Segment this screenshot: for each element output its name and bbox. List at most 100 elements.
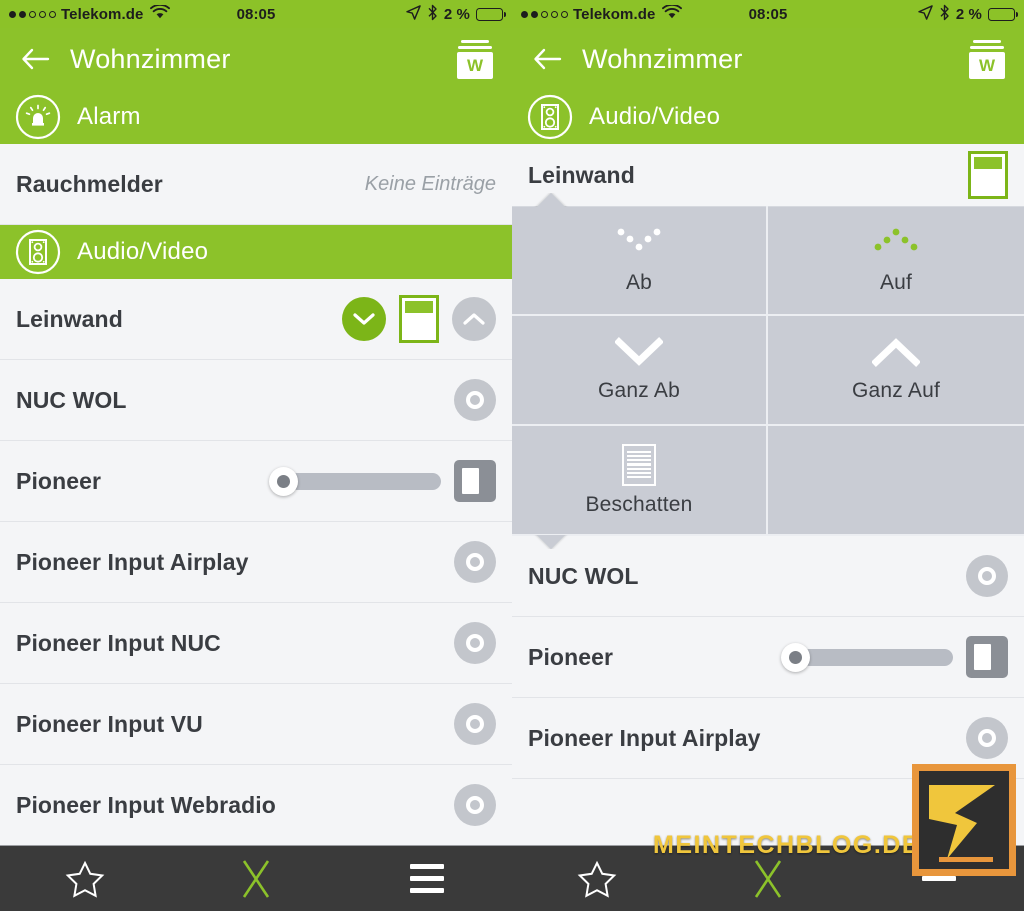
status-bar-left-group: Telekom.de <box>9 3 171 24</box>
bluetooth-icon <box>939 4 950 25</box>
list-row-pioneer-input-vu[interactable]: Pioneer Input VU <box>0 684 512 765</box>
chevron-down-icon <box>614 337 664 372</box>
battery-empty-icon <box>476 7 507 21</box>
row-controls <box>454 703 496 745</box>
category-header-audio-video[interactable]: Audio/Video <box>512 90 1024 144</box>
chevron-up-icon[interactable] <box>452 297 496 341</box>
dual-screenshot-panes: Telekom.de 08:05 2 % Wohnzimmer W Alarm … <box>0 0 1024 846</box>
power-toggle-icon[interactable] <box>454 703 496 745</box>
control-button-empty <box>768 426 1024 536</box>
chevron-up-icon <box>871 337 921 372</box>
list-row-rauchmelder[interactable]: Rauchmelder Keine Einträge <box>0 144 512 225</box>
power-toggle-icon[interactable] <box>454 379 496 421</box>
list-row-pioneer-input-airplay[interactable]: Pioneer Input Airplay <box>0 522 512 603</box>
list-row-pioneer-input-nuc[interactable]: Pioneer Input NUC <box>0 603 512 684</box>
list-row-pioneer-input-airplay[interactable]: Pioneer Input Airplay <box>512 698 1024 779</box>
signal-strength-dots <box>9 10 56 18</box>
wifi-icon <box>150 3 171 24</box>
control-button-label: Beschatten <box>585 492 693 516</box>
dotted-chevron-down-icon <box>613 225 665 264</box>
panel-notch-bottom <box>530 535 574 549</box>
power-toggle-icon[interactable] <box>454 622 496 664</box>
panel-notch-top <box>530 193 574 207</box>
list-row-leinwand-expanded[interactable]: Leinwand <box>512 144 1024 206</box>
tab-favorites[interactable] <box>552 846 642 911</box>
hamburger-menu-icon <box>409 864 444 893</box>
list-row-pioneer[interactable]: Pioneer <box>0 441 512 522</box>
control-button-label: Ab <box>625 271 653 294</box>
status-bar-left: Telekom.de 08:05 2 % <box>0 0 512 28</box>
row-label: Leinwand <box>16 305 123 332</box>
status-bar-left-group: Telekom.de <box>521 3 683 24</box>
location-arrow-icon <box>918 4 933 24</box>
slider-knob[interactable] <box>781 642 810 672</box>
status-bar-right-group: 2 % <box>918 4 1019 25</box>
control-button-auf[interactable]: Auf <box>768 206 1024 316</box>
minus-icon <box>921 876 956 881</box>
back-arrow-icon[interactable] <box>16 39 56 79</box>
tab-close[interactable] <box>211 846 301 911</box>
row-label: Pioneer Input Airplay <box>16 548 249 575</box>
list-row-leinwand[interactable]: Leinwand <box>0 279 512 360</box>
volume-state-icon[interactable] <box>966 636 1008 678</box>
category-label: Audio/Video <box>77 238 209 265</box>
row-label: Pioneer Input Webradio <box>16 791 276 818</box>
list-row-nuc-wol[interactable]: NUC WOL <box>0 360 512 441</box>
back-arrow-icon[interactable] <box>528 39 568 79</box>
category-header-alarm[interactable]: Alarm <box>0 90 512 144</box>
app-icon-letter: W <box>457 52 493 79</box>
nav-bar-left: Wohnzimmer W <box>0 28 512 90</box>
battery-percent-label: 2 % <box>955 5 982 23</box>
speaker-icon <box>13 227 63 277</box>
tab-close[interactable] <box>723 846 813 911</box>
left-phone-pane: Telekom.de 08:05 2 % Wohnzimmer W Alarm … <box>0 0 512 846</box>
speaker-icon <box>525 92 575 142</box>
control-button-label: Ganz Ab <box>598 379 680 402</box>
location-arrow-icon <box>406 4 421 24</box>
bottom-tab-bar <box>0 845 1024 911</box>
alarm-siren-icon <box>13 92 63 142</box>
tab-favorites[interactable] <box>40 846 130 911</box>
list-row-pioneer-input-webradio[interactable]: Pioneer Input Webradio <box>0 765 512 846</box>
slider-track[interactable] <box>801 648 953 666</box>
power-toggle-icon[interactable] <box>454 784 496 826</box>
row-controls <box>454 541 496 583</box>
screen-partial-icon[interactable] <box>968 151 1008 199</box>
volume-slider[interactable] <box>269 466 441 496</box>
list-row-nuc-wol[interactable]: NUC WOL <box>512 536 1024 617</box>
control-button-beschatten[interactable]: Beschatten <box>512 426 768 536</box>
power-toggle-icon[interactable] <box>966 717 1008 759</box>
slider-knob[interactable] <box>269 466 298 496</box>
list-row-pioneer[interactable]: Pioneer <box>512 617 1024 698</box>
dotted-chevron-up-icon <box>870 225 922 264</box>
tab-menu[interactable] <box>382 846 472 911</box>
wiser-box-icon[interactable]: W <box>454 39 496 79</box>
slider-track[interactable] <box>289 472 441 490</box>
volume-state-icon[interactable] <box>454 460 496 502</box>
tab-minimize[interactable] <box>894 846 984 911</box>
row-label: Rauchmelder <box>16 170 163 197</box>
page-title: Wohnzimmer <box>582 43 743 74</box>
power-toggle-icon[interactable] <box>454 541 496 583</box>
tab-bar-right-half <box>512 846 1024 911</box>
row-controls <box>781 636 1008 678</box>
screen-partial-icon[interactable] <box>399 295 439 343</box>
row-controls <box>966 717 1008 759</box>
row-label: NUC WOL <box>528 562 639 589</box>
control-button-label: Auf <box>879 271 913 294</box>
category-header-audio-video[interactable]: Audio/Video <box>0 225 512 279</box>
control-button-ganz-auf[interactable]: Ganz Auf <box>768 316 1024 426</box>
carrier-label: Telekom.de <box>573 5 656 23</box>
chevron-down-icon[interactable] <box>342 297 386 341</box>
app-icon-letter: W <box>969 52 1005 79</box>
volume-slider[interactable] <box>781 642 953 672</box>
wifi-icon <box>662 3 683 24</box>
power-toggle-icon[interactable] <box>966 555 1008 597</box>
wiser-box-icon[interactable]: W <box>966 39 1008 79</box>
control-button-ganz-ab[interactable]: Ganz Ab <box>512 316 768 426</box>
control-button-ab[interactable]: Ab <box>512 206 768 316</box>
row-label: Pioneer Input NUC <box>16 629 221 656</box>
row-label: Pioneer <box>16 467 102 494</box>
category-label: Audio/Video <box>589 103 721 130</box>
row-controls <box>968 151 1008 199</box>
